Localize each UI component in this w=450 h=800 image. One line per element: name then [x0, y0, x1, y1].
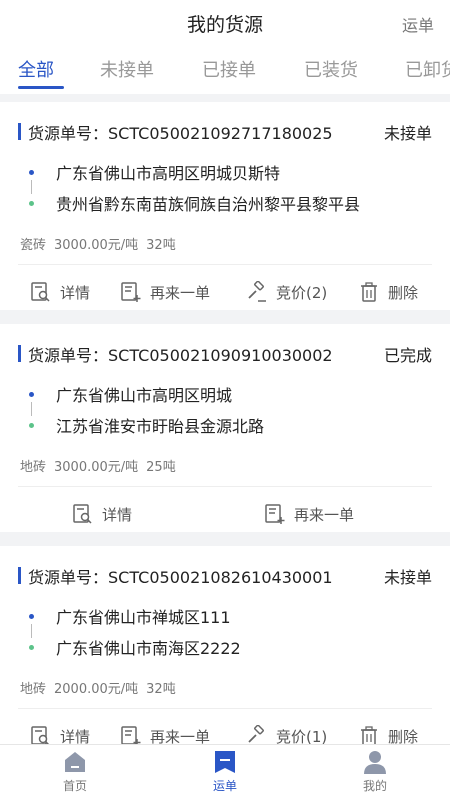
cargo-card[interactable]: 货源单号：SCTC050021092717180025 未接单 广东省佛山市高明…: [0, 102, 450, 310]
details-button[interactable]: 详情: [72, 487, 132, 541]
origin-address: 广东省佛山市高明区明城贝斯特: [56, 164, 281, 183]
nav-home[interactable]: 首页: [45, 749, 105, 794]
card-actions: 详情 再来一单: [0, 487, 450, 541]
accent-bar: [18, 345, 21, 362]
tab-all[interactable]: 全部: [18, 56, 54, 82]
tab-unloaded[interactable]: 已卸货: [405, 56, 450, 82]
goods-type: 瓷砖: [20, 238, 47, 253]
origin-dot-icon: [29, 392, 34, 397]
goods-price: 3000.00元/吨: [54, 460, 139, 475]
goods-price: 2000.00元/吨: [54, 682, 139, 697]
goods-weight: 32吨: [146, 238, 176, 253]
status-badge: 已完成: [383, 346, 432, 365]
nav-profile[interactable]: 我的: [345, 749, 405, 794]
trash-icon: [358, 281, 380, 303]
route-line: [31, 402, 32, 416]
active-tab-indicator: [18, 86, 64, 89]
destination-dot-icon: [29, 645, 34, 650]
destination-address: 江苏省淮安市盱眙县金源北路: [56, 417, 265, 436]
cargo-card[interactable]: 货源单号：SCTC050021082610430001 未接单 广东省佛山市禅城…: [0, 546, 450, 746]
nav-waybill[interactable]: 运单: [195, 749, 255, 794]
document-add-icon: [264, 503, 286, 525]
accent-bar: [18, 123, 21, 140]
status-badge: 未接单: [383, 568, 432, 587]
delete-button[interactable]: 删除: [358, 265, 418, 319]
gavel-icon: [246, 280, 268, 303]
goods-info: 瓷砖 3000.00元/吨 32吨: [20, 234, 184, 253]
cargo-card[interactable]: 货源单号：SCTC050021090910030002 已完成 广东省佛山市高明…: [0, 324, 450, 532]
goods-info: 地砖 3000.00元/吨 25吨: [20, 456, 184, 475]
page-title: 我的货源: [186, 14, 263, 36]
reorder-button[interactable]: 再来一单: [264, 487, 354, 541]
home-icon: [62, 749, 88, 775]
card-actions: 详情 再来一单 竞价(2) 删除: [0, 265, 450, 319]
card-header: 货源单号：SCTC050021082610430001 未接单: [18, 564, 432, 588]
bottom-nav: 首页 运单 我的: [0, 744, 450, 800]
user-icon: [362, 749, 388, 775]
goods-weight: 32吨: [146, 682, 176, 697]
tab-unaccepted[interactable]: 未接单: [100, 56, 154, 82]
goods-weight: 25吨: [146, 460, 176, 475]
waybill-link[interactable]: 运单: [402, 12, 434, 36]
order-number: 货源单号：SCTC050021090910030002: [28, 346, 333, 365]
origin-address: 广东省佛山市高明区明城: [56, 386, 233, 405]
status-badge: 未接单: [383, 124, 432, 143]
order-number: 货源单号：SCTC050021082610430001: [28, 568, 333, 587]
route-line: [31, 624, 32, 638]
origin-dot-icon: [29, 614, 34, 619]
origin-dot-icon: [29, 170, 34, 175]
document-search-icon: [72, 503, 94, 525]
destination-dot-icon: [29, 201, 34, 206]
document-add-icon: [120, 281, 142, 303]
status-tabs: 全部 未接单 已接单 已装货 已卸货: [0, 46, 450, 94]
accent-bar: [18, 567, 21, 584]
goods-type: 地砖: [20, 682, 47, 697]
route: 广东省佛山市高明区明城 江苏省淮安市盱眙县金源北路: [24, 382, 424, 446]
destination-dot-icon: [29, 423, 34, 428]
card-header: 货源单号：SCTC050021090910030002 已完成: [18, 342, 432, 366]
waybill-icon: [212, 749, 238, 775]
goods-type: 地砖: [20, 460, 47, 475]
goods-price: 3000.00元/吨: [54, 238, 139, 253]
details-button[interactable]: 详情: [30, 265, 90, 319]
bidding-button[interactable]: 竞价(2): [246, 265, 327, 319]
goods-info: 地砖 2000.00元/吨 32吨: [20, 678, 184, 697]
route: 广东省佛山市高明区明城贝斯特 贵州省黔东南苗族侗族自治州黎平县黎平县: [24, 160, 424, 224]
reorder-button[interactable]: 再来一单: [120, 265, 210, 319]
route: 广东省佛山市禅城区111 广东省佛山市南海区2222: [24, 604, 424, 668]
destination-address: 广东省佛山市南海区2222: [56, 639, 241, 658]
document-search-icon: [30, 281, 52, 303]
origin-address: 广东省佛山市禅城区111: [56, 608, 231, 627]
tab-accepted[interactable]: 已接单: [202, 56, 256, 82]
card-header: 货源单号：SCTC050021092717180025 未接单: [18, 120, 432, 144]
route-line: [31, 180, 32, 194]
app-header: 我的货源 运单: [0, 0, 450, 46]
order-number: 货源单号：SCTC050021092717180025: [28, 124, 333, 143]
destination-address: 贵州省黔东南苗族侗族自治州黎平县黎平县: [56, 195, 361, 214]
tab-loaded[interactable]: 已装货: [304, 56, 358, 82]
